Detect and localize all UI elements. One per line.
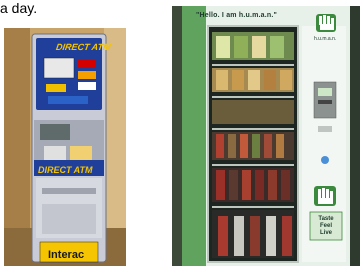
product-shelves [212, 32, 294, 258]
vending-machine-photo: "Hello. I am h.u.m.a.n." h.u.m.a.n. Tast… [172, 6, 360, 266]
caption-text: a day. [0, 0, 38, 16]
vending-side-sign: Taste Feel Live [318, 216, 334, 236]
vending-brand: h.u.m.a.n. [314, 36, 337, 42]
hand-logo-icon [316, 14, 336, 32]
vending-slogan: "Hello. I am h.u.m.a.n." [196, 12, 278, 19]
atm-photo: DIRECT ATM DIRECT ATM Interac [4, 28, 126, 266]
atm-brand-top: DIRECT ATM [55, 42, 112, 52]
atm-illustration [4, 28, 126, 266]
hand-logo-lower-icon [314, 186, 336, 206]
atm-brand-mid: DIRECT ATM [38, 165, 93, 175]
interac-sign: Interac [48, 249, 85, 261]
